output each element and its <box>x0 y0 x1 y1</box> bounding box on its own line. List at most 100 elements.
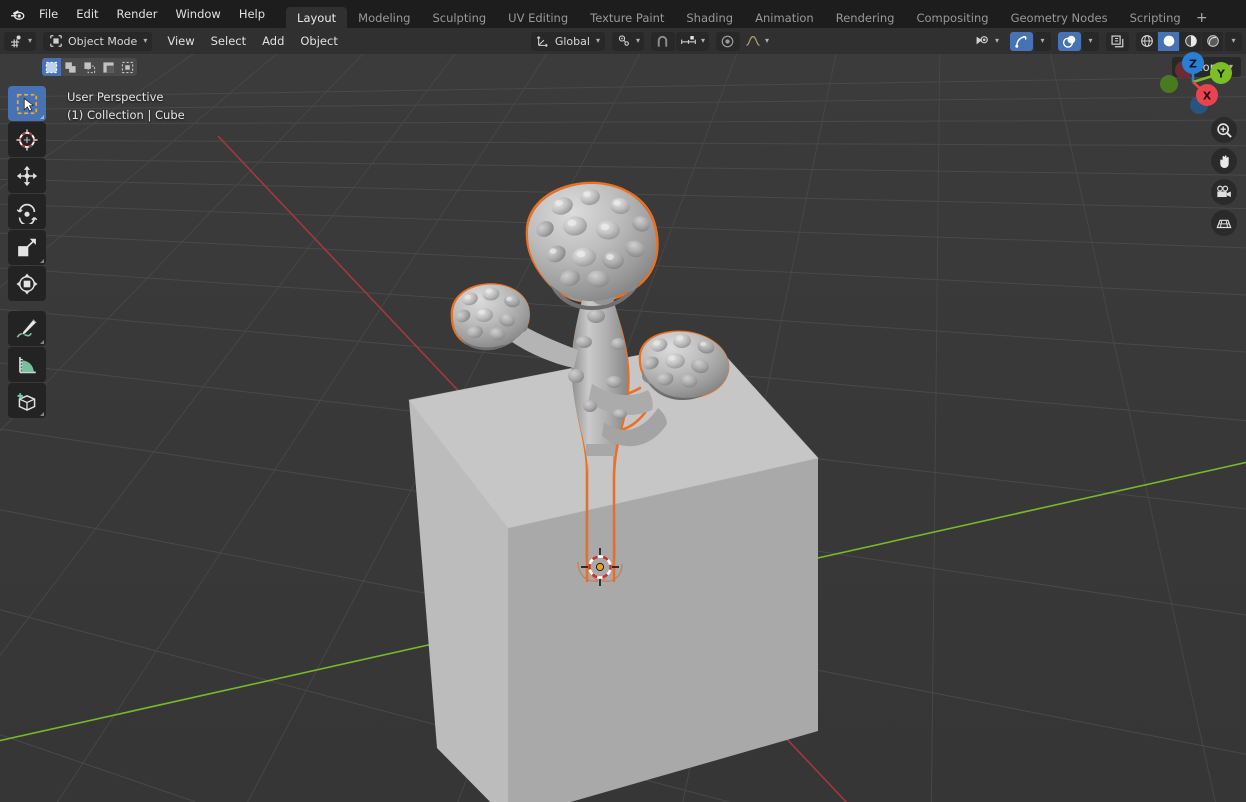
main-menu-bar: File Edit Render Window Help <box>30 0 274 28</box>
add-cube-icon <box>17 392 36 411</box>
measure-icon <box>19 356 36 373</box>
scale-icon <box>18 238 36 256</box>
tab-sculpting[interactable]: Sculpting <box>421 7 497 28</box>
toggle-xray-icon <box>1111 34 1124 47</box>
tool-scale[interactable] <box>8 230 46 265</box>
tool-rotate[interactable] <box>8 194 46 229</box>
show-gizmo-toggle[interactable] <box>1010 31 1033 51</box>
gizmo-options-dropdown[interactable]: ▾ <box>1034 31 1051 51</box>
transform-orientation-selector[interactable]: Global ▾ <box>530 31 605 51</box>
transform-orientation-icon <box>536 36 548 48</box>
tool-move[interactable] <box>8 158 46 193</box>
toggle-orthographic-grid-icon <box>1216 219 1232 229</box>
chevron-down-icon: ▾ <box>994 36 999 45</box>
viewport-navigation-buttons <box>1211 117 1237 236</box>
show-overlays-icon <box>1062 35 1076 48</box>
toggle-xray-button[interactable] <box>1106 31 1129 51</box>
proportional-editing-controls: ▾ <box>715 31 773 51</box>
tool-submenu-indicator <box>40 115 44 119</box>
tab-rendering[interactable]: Rendering <box>825 7 906 28</box>
smooth-falloff-icon <box>746 36 760 46</box>
tool-add-cube[interactable] <box>8 383 46 418</box>
select-set-icon[interactable] <box>42 58 61 76</box>
viewport-menu-add[interactable]: Add <box>254 32 292 51</box>
add-workspace-button[interactable]: + <box>1192 7 1212 28</box>
chevron-down-icon: ▾ <box>764 36 769 45</box>
menu-edit[interactable]: Edit <box>67 0 107 28</box>
editor-type-3d-viewport-icon[interactable]: ▾ <box>4 31 37 51</box>
tab-modeling[interactable]: Modeling <box>347 7 421 28</box>
tab-animation[interactable]: Animation <box>744 7 825 28</box>
chevron-down-icon: ▾ <box>1040 36 1045 45</box>
object-visibility-selector[interactable]: ▾ <box>970 32 1003 51</box>
gizmo-controls: ▾ <box>1010 31 1051 51</box>
tool-transform[interactable] <box>8 266 46 301</box>
menu-render[interactable]: Render <box>108 0 167 28</box>
select-intersect-icon[interactable] <box>118 58 137 76</box>
snap-target-selector[interactable]: ▾ <box>675 31 709 51</box>
tab-scripting[interactable]: Scripting <box>1119 7 1192 28</box>
viewport-menu-view[interactable]: View <box>159 32 202 51</box>
move-icon <box>16 165 38 186</box>
cursor-3d-icon <box>16 128 38 151</box>
blender-application-window: File Edit Render Window Help Layout Mode… <box>0 0 1246 802</box>
chevron-down-icon: ▾ <box>635 36 640 45</box>
tab-texture-paint[interactable]: Texture Paint <box>579 7 675 28</box>
tool-submenu-indicator <box>40 340 44 344</box>
overlay-controls: ▾ <box>1058 31 1099 51</box>
topbar: File Edit Render Window Help Layout Mode… <box>0 0 1246 28</box>
tab-geometry-nodes[interactable]: Geometry Nodes <box>1000 7 1119 28</box>
proportional-editing-toggle-icon[interactable] <box>715 31 740 51</box>
interaction-mode-selector[interactable]: Object Mode ▾ <box>43 31 153 51</box>
chevron-down-icon: ▾ <box>595 36 600 45</box>
camera-view-button[interactable] <box>1211 179 1237 205</box>
tool-measure[interactable] <box>8 347 46 382</box>
chevron-down-icon: ▾ <box>700 36 705 45</box>
tool-annotate[interactable] <box>8 311 46 346</box>
tool-submenu-indicator <box>40 412 44 416</box>
menu-window[interactable]: Window <box>166 0 229 28</box>
select-extend-icon[interactable] <box>61 58 80 76</box>
workspace-tabs: Layout Modeling Sculpting UV Editing Tex… <box>286 0 1212 28</box>
chevron-down-icon: ▾ <box>1088 36 1093 45</box>
proportional-falloff-selector[interactable]: ▾ <box>741 32 773 51</box>
snap-toggle-magnet-icon[interactable] <box>650 31 675 51</box>
annotate-icon <box>16 318 37 338</box>
transform-icon <box>16 272 38 295</box>
viewport-scene-render <box>0 54 1246 802</box>
toggle-orthographic-button[interactable] <box>1211 210 1237 236</box>
rotate-icon <box>16 203 38 224</box>
viewport-menu-object[interactable]: Object <box>292 32 345 51</box>
tab-compositing[interactable]: Compositing <box>905 7 999 28</box>
blender-logo-icon[interactable] <box>0 0 30 28</box>
pivot-point-selector[interactable]: ▾ <box>611 31 644 51</box>
tool-submenu-indicator <box>40 259 44 263</box>
show-gizmo-icon <box>1015 35 1027 48</box>
pan-button[interactable] <box>1211 148 1237 174</box>
object-mode-icon <box>50 35 62 47</box>
navigation-gizmo[interactable]: Z Y X <box>1146 32 1238 128</box>
tool-cursor-3d[interactable] <box>8 122 46 157</box>
overlay-options-dropdown[interactable]: ▾ <box>1082 31 1099 51</box>
tool-tweak-select-box[interactable] <box>8 86 46 121</box>
snapping-controls: ▾ <box>650 31 709 51</box>
tweak-select-box-icon <box>16 93 38 114</box>
object-visibility-eye-icon <box>976 36 988 45</box>
3d-viewport[interactable]: User Perspective (1) Collection | Cube <box>0 54 1246 802</box>
viewport-menu-select[interactable]: Select <box>203 32 254 51</box>
tab-layout[interactable]: Layout <box>286 7 348 28</box>
menu-file[interactable]: File <box>30 0 67 28</box>
camera-view-icon <box>1217 185 1231 198</box>
gizmo-axis-neg-y <box>1160 75 1178 93</box>
viewport-header: ▾ Object Mode ▾ View Select Add Object G… <box>0 28 1246 54</box>
tab-shading[interactable]: Shading <box>675 7 744 28</box>
show-overlays-toggle[interactable] <box>1058 31 1081 51</box>
snap-increment-icon <box>681 36 696 45</box>
zoom-button[interactable] <box>1211 117 1237 143</box>
viewport-toolbar <box>8 86 46 418</box>
chevron-down-icon: ▾ <box>143 36 148 45</box>
menu-help[interactable]: Help <box>230 0 274 28</box>
select-invert-icon[interactable] <box>99 58 118 76</box>
select-subtract-icon[interactable] <box>80 58 99 76</box>
tab-uv-editing[interactable]: UV Editing <box>497 7 579 28</box>
